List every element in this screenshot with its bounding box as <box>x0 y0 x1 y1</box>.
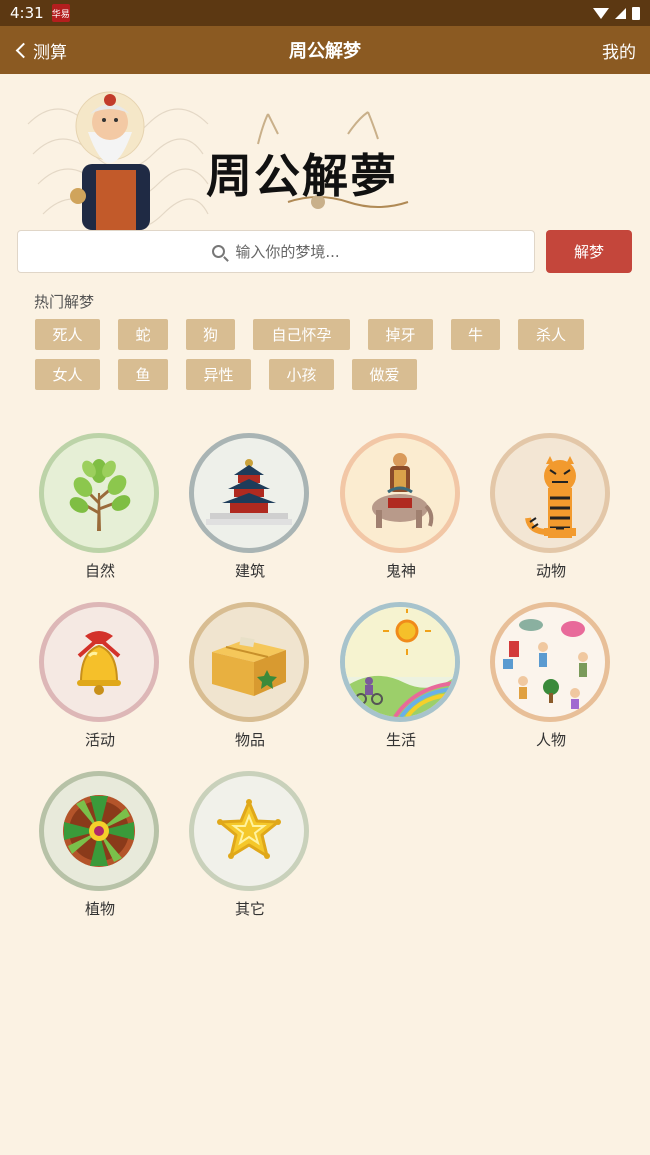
tree-icon <box>39 433 159 553</box>
category-items[interactable]: 物品 <box>189 602 311 750</box>
battery-icon <box>632 6 640 20</box>
landscape-icon <box>340 602 460 722</box>
category-label: 物品 <box>234 731 265 749</box>
hot-tag[interactable]: 女人 <box>35 359 100 390</box>
hot-tag[interactable]: 掉牙 <box>368 319 433 350</box>
category-other[interactable]: 其它 <box>189 771 311 919</box>
category-people[interactable]: 人物 <box>490 602 612 750</box>
interpret-button[interactable]: 解梦 <box>546 230 632 273</box>
category-label: 动物 <box>535 562 566 580</box>
category-label: 建筑 <box>234 562 265 580</box>
category-animal[interactable]: 动物 <box>490 433 612 581</box>
potted-plant-icon <box>39 771 159 891</box>
page-title: 周公解梦 <box>289 41 361 62</box>
hot-tag[interactable]: 做爱 <box>352 359 417 390</box>
category-label: 活动 <box>84 731 115 749</box>
sage-figure-icon <box>70 91 150 230</box>
hot-tag[interactable]: 鱼 <box>118 359 168 390</box>
search-placeholder: 输入你的梦境... <box>235 243 340 261</box>
category-architecture[interactable]: 建筑 <box>189 433 311 581</box>
my-button[interactable]: 我的 <box>602 26 636 74</box>
category-plant[interactable]: 植物 <box>39 771 161 919</box>
category-label: 人物 <box>535 731 566 749</box>
category-label: 植物 <box>84 900 115 918</box>
status-icons <box>593 6 640 20</box>
box-icon <box>189 602 309 722</box>
tiger-icon <box>490 433 610 553</box>
bell-icon <box>39 602 159 722</box>
hot-tag[interactable]: 死人 <box>35 319 100 350</box>
temple-icon <box>189 433 309 553</box>
hot-tag[interactable]: 蛇 <box>118 319 168 350</box>
hot-tag[interactable]: 杀人 <box>518 319 584 350</box>
deity-icon <box>340 433 460 553</box>
hot-tag[interactable]: 自己怀孕 <box>253 319 350 350</box>
banner: 周公解夢 <box>18 84 632 230</box>
app-notification-icon: 华易 <box>51 4 70 22</box>
chevron-left-icon <box>15 42 32 58</box>
category-label: 其它 <box>234 900 265 918</box>
category-activity[interactable]: 活动 <box>39 602 161 750</box>
hot-tag[interactable]: 异性 <box>186 359 251 390</box>
hot-tag[interactable]: 小孩 <box>269 359 334 390</box>
signal-icon <box>615 7 626 19</box>
category-nature[interactable]: 自然 <box>39 433 161 581</box>
category-label: 生活 <box>385 731 416 749</box>
category-label: 鬼神 <box>385 562 416 580</box>
back-button[interactable]: 测算 <box>14 26 67 74</box>
search-input[interactable]: 输入你的梦境... <box>17 230 535 273</box>
hot-tag[interactable]: 狗 <box>186 319 235 350</box>
people-icon <box>490 602 610 722</box>
star-icon <box>189 771 309 891</box>
category-label: 自然 <box>84 562 115 580</box>
search-icon <box>212 245 226 258</box>
nav-bar: 测算 周公解梦 我的 <box>0 26 650 74</box>
category-deity[interactable]: 鬼神 <box>340 433 462 581</box>
back-label: 测算 <box>33 42 67 63</box>
hot-tag[interactable]: 牛 <box>451 319 500 350</box>
hot-dreams-title: 热门解梦 <box>34 293 95 311</box>
category-life[interactable]: 生活 <box>340 602 462 750</box>
status-bar: 4:31 华易 <box>0 0 650 26</box>
status-time: 4:31 <box>10 4 44 22</box>
banner-title: 周公解夢 <box>206 149 398 203</box>
wifi-icon <box>593 7 609 19</box>
